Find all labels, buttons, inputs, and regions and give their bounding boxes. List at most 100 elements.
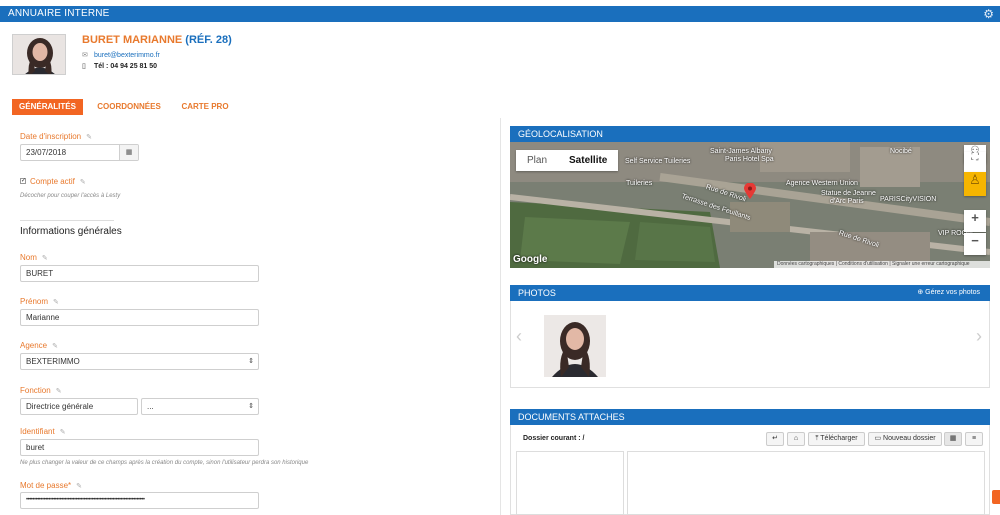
map-label-hotel-spa: Paris Hotel Spa [725,156,774,163]
map-footer-data[interactable]: Données cartographiques [777,261,834,267]
map-type-satellite[interactable]: Satellite [558,150,618,171]
pencil-icon[interactable]: ✎ [52,342,58,350]
prenom-input[interactable]: Marianne [20,309,259,326]
documents-title: DOCUMENTS ATTACHES [518,412,625,422]
list-view-button[interactable]: ≡ [965,432,983,446]
envelope-icon: ✉ [82,52,88,59]
pencil-icon[interactable]: ✎ [60,428,66,436]
password-input[interactable]: ••••••••••••••••••••••••••••••••••••••••… [20,492,259,509]
password-label: Mot de passe* ✎ [20,481,82,490]
grid-view-button[interactable]: ▦ [944,432,962,446]
compte-actif-hint: Décocher pour couper l'accès à Lesty [20,193,121,199]
photo-thumbnail[interactable] [544,315,606,377]
zoom-in-button[interactable]: + [964,210,986,232]
inscription-label: Date d'inscription ✎ [20,132,92,141]
scroll-to-top-button[interactable] [992,490,1000,504]
profile-email-text[interactable]: buret@bexterimmo.fr [94,52,160,59]
tab-generalites[interactable]: GÉNÉRALITÉS [12,99,83,115]
folder-icon: ▭ [874,435,884,442]
folder-tree-pane[interactable] [516,451,624,515]
map-marker-icon[interactable] [744,182,756,199]
map-footer-terms[interactable]: Conditions d'utilisation [838,261,888,267]
section-divider [20,220,114,221]
inscription-label-text: Date d'inscription [20,132,82,141]
app-header: ANNUAIRE INTERNE ⚙ [0,6,1000,22]
map-label-agence: Agence Western Union [786,180,858,187]
map-label-self-service: Self Service Tuileries [625,158,691,165]
home-button[interactable]: ⌂ [787,432,805,446]
identifiant-hint: Ne plus changer la valeur de ce champs a… [20,460,309,466]
pencil-icon[interactable]: ✎ [53,298,59,306]
pencil-icon[interactable]: ✎ [80,178,86,186]
manage-photos-link[interactable]: ⊕ Gérez vos photos [917,285,980,301]
avatar [12,34,66,75]
profile-email[interactable]: ✉ buret@bexterimmo.fr [82,51,160,59]
column-divider [500,118,501,515]
agence-value: BEXTERIMMO [26,357,80,366]
profile-phone-text: Tél : 04 94 25 81 50 [94,63,158,70]
nom-label-text: Nom [20,253,37,262]
current-folder-label: Dossier courant : [523,435,581,442]
pencil-icon[interactable]: ✎ [86,133,92,141]
identifiant-label-text: Identifiant [20,427,55,436]
identifiant-input[interactable]: buret [20,439,259,456]
map-type-plan[interactable]: Plan [516,150,558,171]
tab-carte-pro[interactable]: CARTE PRO [178,99,232,115]
home-icon: ⌂ [793,435,799,442]
fonction-input[interactable]: Directrice générale [20,398,138,415]
map-label-statue: Statue de Jeanne [821,190,876,197]
compte-actif-label-text: Compte actif [30,177,75,186]
file-list-pane[interactable] [627,451,985,515]
gear-icon[interactable]: ⚙ [983,7,994,21]
map-type-toggle: Plan Satellite [516,150,619,171]
section-title-informations: Informations générales [20,226,122,237]
new-folder-button[interactable]: ▭ Nouveau dossier [868,432,942,446]
geolocalisation-title: GÉOLOCALISATION [518,129,603,139]
street-view-icon[interactable]: ♙ [964,172,986,196]
prenom-label: Prénom ✎ [20,297,59,306]
profile-ref: (RÉF. 28) [185,34,232,46]
pencil-icon[interactable]: ✎ [76,482,82,490]
chevron-right-icon[interactable]: › [976,326,982,347]
photos-title: PHOTOS [518,288,556,298]
nom-value: BURET [26,269,54,278]
pencil-icon[interactable]: ✎ [56,387,62,395]
map-label-statue2: d'Arc Paris [830,198,864,205]
inscription-date-value: 23/07/2018 [26,148,67,157]
fullscreen-icon[interactable]: ⛶ [964,152,986,172]
tab-coordonnees[interactable]: COORDONNÉES [93,99,165,115]
back-button[interactable]: ↵ [766,432,784,446]
inscription-date-input[interactable]: 23/07/2018 ▦ [20,144,139,161]
zoom-out-button[interactable]: − [964,233,986,255]
pencil-icon[interactable]: ✎ [42,254,48,262]
manage-photos-text[interactable]: Gérez vos photos [925,289,980,296]
map-footer-report[interactable]: Signaler une erreur cartographique [892,261,970,267]
agence-select[interactable]: BEXTERIMMO ⇕ [20,353,259,370]
fonction-extra-value: ... [147,402,154,411]
mobile-icon: ▯ [82,63,86,70]
list-icon: ≡ [971,435,977,442]
photos-header: PHOTOS ⊕ Gérez vos photos [510,285,990,301]
plus-circle-icon: ⊕ [917,289,926,296]
select-arrows-icon: ⇕ [248,403,254,410]
fonction-label-text: Fonction [20,386,51,395]
download-button[interactable]: ⤒ Télécharger [808,432,865,446]
agence-label: Agence ✎ [20,341,58,350]
compte-actif-checkbox[interactable]: ✓ [20,178,26,184]
fonction-select[interactable]: ... ⇕ [141,398,259,415]
chevron-left-icon[interactable]: ‹ [516,326,522,347]
current-folder: Dossier courant : / [523,435,584,442]
fonction-label: Fonction ✎ [20,386,62,395]
grid-icon: ▦ [949,435,957,442]
identifiant-value: buret [26,443,45,452]
password-label-text: Mot de passe* [20,481,72,490]
geolocalisation-header: GÉOLOCALISATION [510,126,990,142]
profile-name-text: BURET MARIANNE [82,34,183,46]
select-arrows-icon: ⇕ [248,358,254,365]
map-label-tuileries: Tuileries [626,180,653,187]
documents-header: DOCUMENTS ATTACHES [510,409,990,425]
new-folder-label: Nouveau dossier [883,435,936,442]
calendar-icon[interactable]: ▦ [119,145,138,160]
nom-input[interactable]: BURET [20,265,259,282]
prenom-value: Marianne [26,313,60,322]
